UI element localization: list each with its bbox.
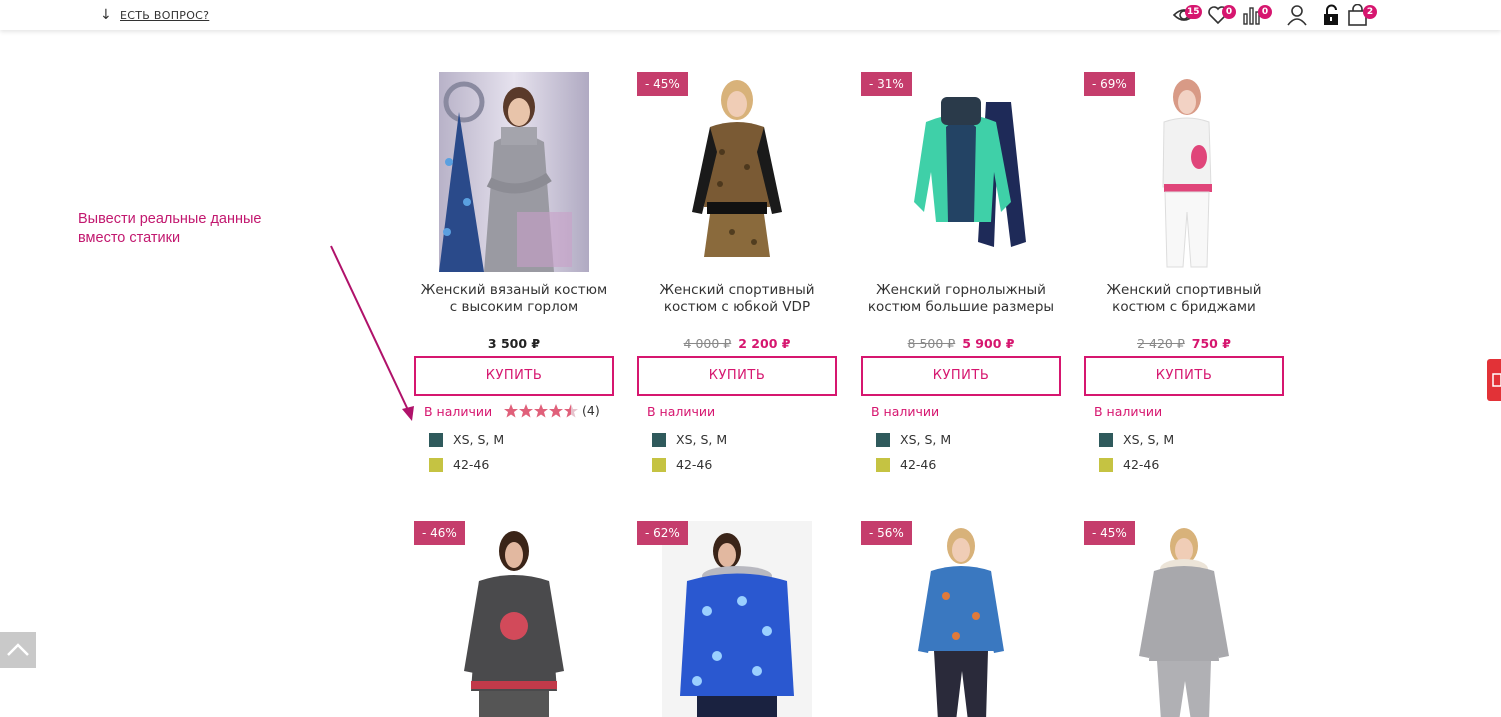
color-swatch (876, 432, 890, 447)
product-image[interactable] (662, 72, 812, 272)
star-half-icon (564, 403, 578, 417)
color-swatch (652, 457, 666, 472)
product-image[interactable] (1109, 521, 1259, 717)
question-label: ЕСТЬ ВОПРОС? (120, 8, 210, 22)
favorites-button[interactable]: 0 (1207, 4, 1236, 26)
arrow-down-icon: ↓ (100, 7, 112, 23)
discount-badge: - 69% (1084, 72, 1135, 96)
product-image[interactable] (662, 521, 812, 717)
discount-badge: - 46% (414, 521, 465, 545)
price-regular: 3 500 ₽ (487, 336, 541, 351)
color-swatch (429, 432, 443, 447)
product-title[interactable]: Женский горнолыжный костюм большие разме… (861, 282, 1061, 316)
option-sizes[interactable]: XS, S, M (876, 432, 951, 447)
price-new: 2 200 ₽ (738, 336, 791, 351)
color-swatch (1099, 432, 1113, 447)
option-sizes[interactable]: XS, S, M (1099, 432, 1174, 447)
product-price: 3 500 ₽ (414, 336, 614, 351)
discount-badge: - 45% (637, 72, 688, 96)
product-title[interactable]: Женский спортивный костюм с юбкой VDP (637, 282, 837, 316)
product-title[interactable]: Женский вязаный костюм с высоким горлом (414, 282, 614, 316)
compare-button[interactable]: 0 (1242, 4, 1272, 26)
cart-count-badge: 2 (1363, 5, 1377, 19)
product-image[interactable] (439, 72, 589, 272)
product-title[interactable]: Женский спортивный костюм с бриджами (1084, 282, 1284, 316)
scroll-to-top-button[interactable] (0, 632, 36, 668)
annotation-line-2: вместо статики (78, 230, 181, 246)
viewed-count-badge: 15 (1185, 5, 1202, 19)
calendar-icon (1492, 373, 1501, 387)
rating-count: (4) (582, 403, 600, 418)
star-icon (534, 403, 548, 417)
user-icon (1287, 5, 1307, 26)
discount-badge: - 62% (637, 521, 688, 545)
product-image[interactable] (439, 521, 589, 717)
stock-status: В наличии (647, 404, 716, 419)
viewed-products-button[interactable]: 15 (1172, 4, 1202, 26)
rating[interactable]: (4) (504, 403, 600, 418)
buy-button[interactable]: КУПИТЬ (637, 356, 837, 396)
top-bar: ↓ ЕСТЬ ВОПРОС? 15 0 0 2 (0, 0, 1501, 30)
login-button[interactable] (1322, 4, 1348, 26)
stock-status: В наличии (424, 404, 493, 419)
discount-badge: - 45% (1084, 521, 1135, 545)
color-swatch (1099, 457, 1113, 472)
price-old: 8 500 ₽ (907, 336, 956, 351)
option-sizes[interactable]: XS, S, M (652, 432, 727, 447)
question-link[interactable]: ↓ ЕСТЬ ВОПРОС? (100, 7, 209, 23)
stock-status: В наличии (871, 404, 940, 419)
unlock-icon (1324, 4, 1338, 25)
star-icon (549, 403, 563, 417)
side-tab[interactable] (1487, 359, 1501, 401)
product-price: 2 420 ₽ 750 ₽ (1084, 336, 1284, 351)
buy-button[interactable]: КУПИТЬ (861, 356, 1061, 396)
option-sizes-ru[interactable]: 42-46 (876, 457, 936, 472)
product-image[interactable] (1109, 72, 1259, 272)
product-price: 4 000 ₽ 2 200 ₽ (637, 336, 837, 351)
option-sizes-ru[interactable]: 42-46 (1099, 457, 1159, 472)
price-new: 750 ₽ (1191, 336, 1231, 351)
color-swatch (876, 457, 890, 472)
favorites-count-badge: 0 (1222, 5, 1236, 19)
option-sizes-ru[interactable]: 42-46 (652, 457, 712, 472)
option-sizes[interactable]: XS, S, M (429, 432, 504, 447)
annotation-note: Вывести реальные данные вместо статики (78, 210, 318, 248)
discount-badge: - 31% (861, 72, 912, 96)
product-price: 8 500 ₽ 5 900 ₽ (861, 336, 1061, 351)
annotation-line-1: Вывести реальные данные (78, 211, 262, 227)
cart-button[interactable]: 2 (1347, 4, 1377, 26)
option-sizes-ru[interactable]: 42-46 (429, 457, 489, 472)
discount-badge: - 56% (861, 521, 912, 545)
product-image[interactable] (886, 521, 1036, 717)
product-image[interactable] (886, 72, 1036, 272)
star-icon (519, 403, 533, 417)
star-icon (504, 403, 518, 417)
account-button[interactable] (1286, 4, 1312, 26)
price-old: 2 420 ₽ (1137, 336, 1185, 351)
compare-count-badge: 0 (1258, 5, 1272, 19)
buy-button[interactable]: КУПИТЬ (414, 356, 614, 396)
stock-status: В наличии (1094, 404, 1163, 419)
chevron-up-icon (7, 643, 29, 656)
price-old: 4 000 ₽ (683, 336, 732, 351)
color-swatch (652, 432, 666, 447)
price-new: 5 900 ₽ (962, 336, 1015, 351)
buy-button[interactable]: КУПИТЬ (1084, 356, 1284, 396)
color-swatch (429, 457, 443, 472)
